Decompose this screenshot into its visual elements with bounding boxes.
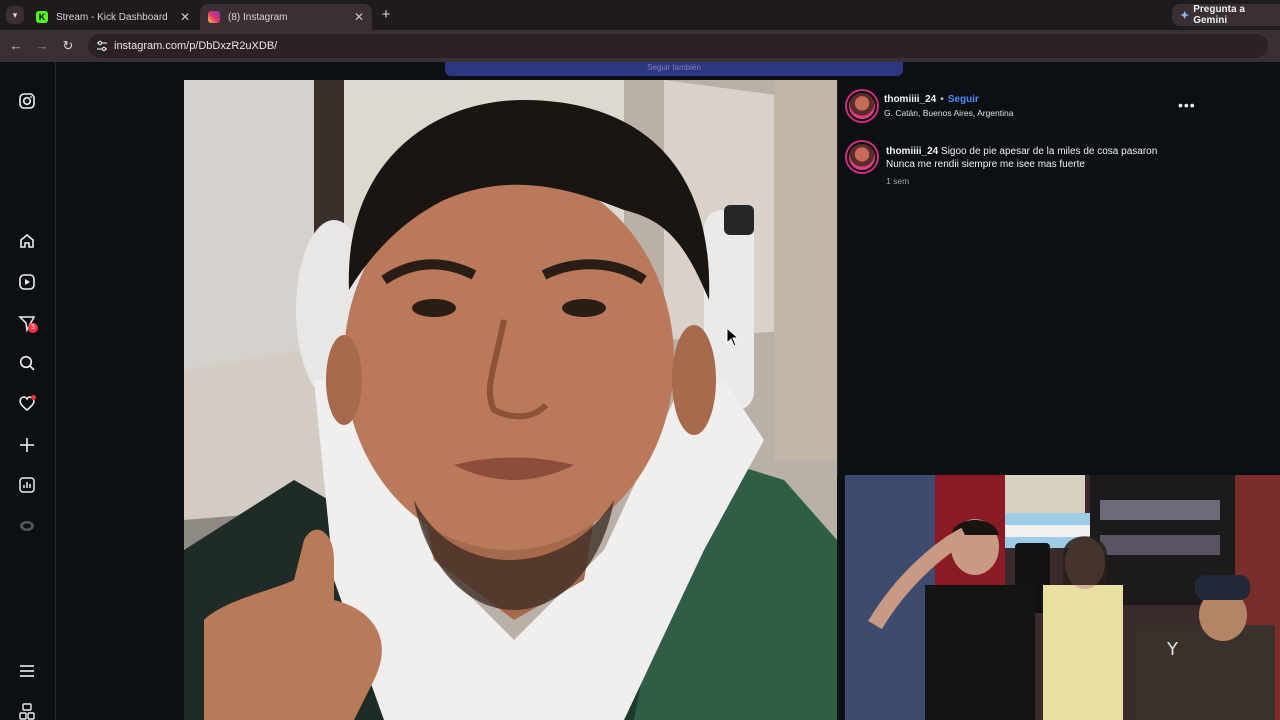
post-caption: thomiiii_24 Sigoo de pie apesar de la mi… (886, 145, 1176, 171)
more-options-icon[interactable]: ••• (1178, 97, 1196, 113)
shirt-logo: Y (1166, 639, 1179, 660)
tab-kick-dashboard[interactable]: K Stream - Kick Dashboard ✕ (28, 4, 198, 30)
follow-also-text: Seguir también (647, 63, 701, 72)
new-tab-button[interactable]: + (378, 6, 394, 24)
author-avatar[interactable] (847, 91, 877, 121)
reels-icon[interactable] (18, 273, 36, 291)
chevron-down-icon: ▾ (12, 10, 18, 20)
post-image[interactable] (184, 80, 837, 720)
webcam-overlay: Y (845, 475, 1280, 720)
gemini-label: Pregunta a Gemini (1193, 4, 1245, 26)
follow-button[interactable]: Seguir (948, 94, 979, 105)
notification-dot (31, 395, 36, 400)
messages-button[interactable]: 3 (18, 314, 38, 333)
post-location[interactable]: G. Catán, Buenos Aires, Argentina (884, 108, 1164, 118)
more-icon[interactable] (18, 702, 36, 720)
instagram-favicon (208, 11, 220, 23)
site-info-icon[interactable] (96, 40, 108, 52)
url-text: instagram.com/p/DbDxzR2uXDB/ (114, 40, 278, 52)
tab-instagram[interactable]: (8) Instagram ✕ (200, 4, 372, 30)
dashboard-icon[interactable] (18, 476, 36, 494)
post-header: thomiiii_24 • Seguir G. Catán, Buenos Ai… (884, 94, 1164, 118)
reload-icon[interactable]: ↻ (60, 38, 76, 54)
instagram-icon[interactable] (18, 92, 36, 110)
caption-avatar[interactable] (847, 142, 877, 172)
threads-icon[interactable] (18, 517, 36, 535)
kick-icon: K (36, 11, 48, 23)
back-icon[interactable]: ← (8, 38, 24, 54)
tab-list-dropdown[interactable]: ▾ (6, 6, 24, 24)
author-username[interactable]: thomiiii_24 (884, 94, 936, 105)
messages-badge: 3 (28, 323, 38, 333)
home-icon[interactable] (18, 232, 36, 250)
post-timestamp[interactable]: 1 sem (886, 176, 909, 186)
follow-also-bar[interactable]: Seguir también (445, 62, 903, 76)
tab-title: (8) Instagram (228, 11, 288, 23)
url-field[interactable]: instagram.com/p/DbDxzR2uXDB/ (88, 34, 1268, 58)
selfie-photo (184, 80, 837, 720)
webcam-video: Y (845, 475, 1280, 720)
create-icon[interactable] (18, 436, 36, 454)
menu-icon[interactable] (18, 662, 36, 680)
post-details-panel (837, 80, 1200, 475)
caption-username[interactable]: thomiiii_24 (886, 146, 938, 157)
notifications-button[interactable] (18, 395, 36, 413)
gemini-button[interactable]: ✦ Pregunta a Gemini (1172, 4, 1280, 26)
close-icon[interactable]: ✕ (180, 10, 190, 24)
close-icon[interactable]: ✕ (354, 10, 364, 24)
browser-tab-bar: ▾ K Stream - Kick Dashboard ✕ (8) Instag… (0, 0, 1280, 30)
separator-dot: • (940, 94, 944, 105)
browser-toolbar: ← → ↻ instagram.com/p/DbDxzR2uXDB/ (0, 30, 1280, 62)
instagram-sidebar: 3 (0, 62, 56, 720)
tab-title: Stream - Kick Dashboard (56, 11, 168, 23)
search-icon[interactable] (18, 354, 36, 372)
gemini-icon: ✦ (1180, 9, 1190, 22)
forward-icon[interactable]: → (34, 38, 50, 54)
